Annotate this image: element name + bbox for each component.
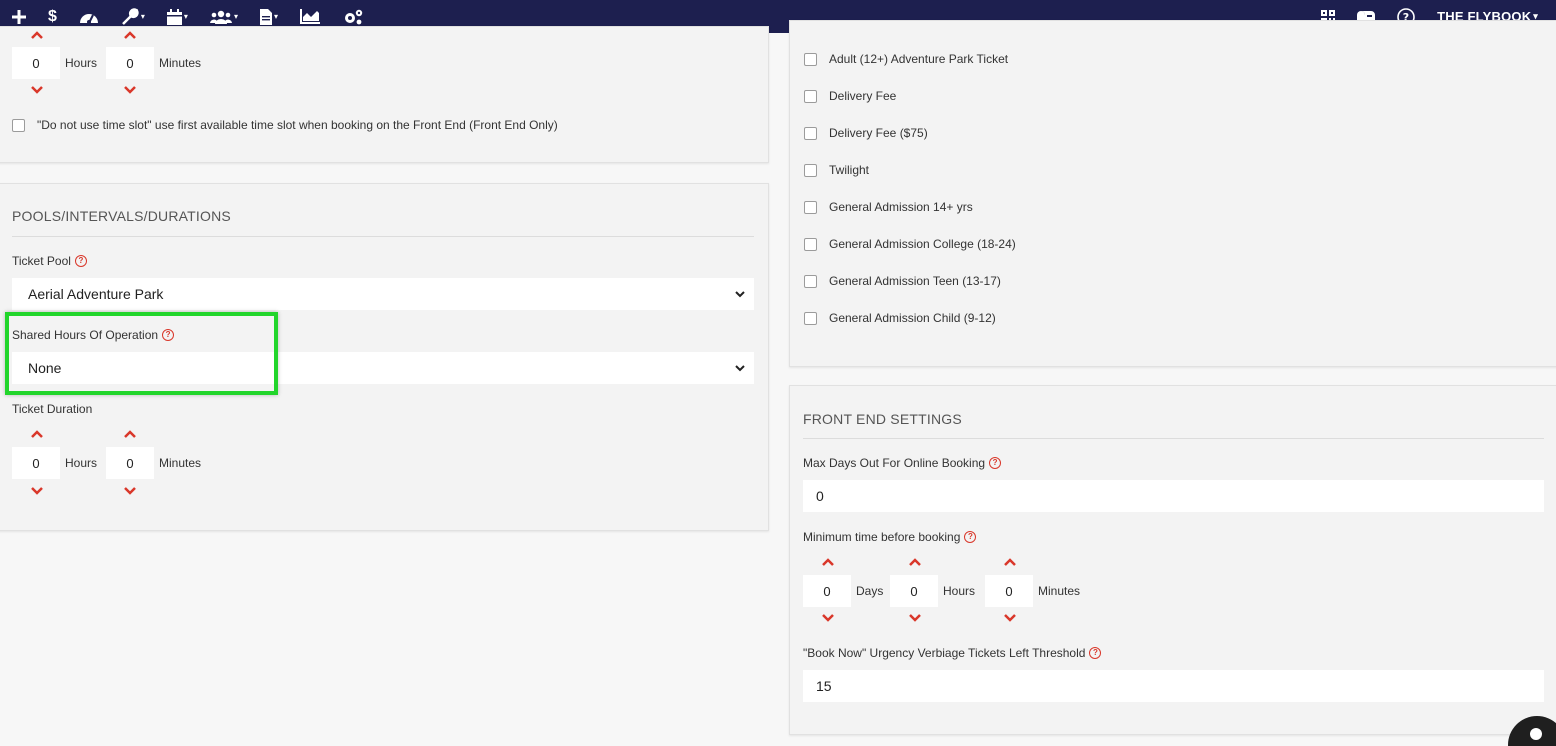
ticket-option-label: Delivery Fee ($75): [829, 126, 928, 140]
ticket-pool-label-row: Ticket Pool ?: [12, 254, 87, 268]
no-time-slot-row: "Do not use time slot" use first availab…: [12, 118, 558, 132]
ticket-option-row: Delivery Fee: [804, 89, 896, 103]
duration-hours-unit: Hours: [65, 456, 98, 470]
hours-field[interactable]: 0: [12, 47, 60, 79]
ticket-option-checkbox[interactable]: [804, 126, 817, 140]
chat-icon: [1530, 728, 1542, 740]
help-icon[interactable]: ?: [74, 255, 87, 267]
minutes-up-arrow[interactable]: [123, 30, 137, 40]
min-time-label-row: Minimum time before booking ?: [803, 530, 977, 544]
minutes-down-arrow[interactable]: [1003, 613, 1017, 623]
minutes-value: 0: [126, 55, 134, 71]
chevron-down-icon: ▾: [273, 12, 278, 21]
hours-up-arrow[interactable]: [30, 30, 44, 40]
duration-minutes-value: 0: [126, 455, 134, 471]
pools-title: POOLS/INTERVALS/DURATIONS: [12, 208, 231, 224]
chevron-down-icon: ▾: [233, 12, 238, 21]
ticket-option-checkbox[interactable]: [804, 163, 817, 177]
ticket-pool-select[interactable]: Aerial Adventure Park: [12, 278, 754, 310]
fe-minutes-unit-label: Minutes: [1038, 584, 1081, 598]
ticket-option-label: Twilight: [829, 163, 870, 177]
ticket-pool-value: Aerial Adventure Park: [28, 286, 164, 302]
fe-hours-value: 0: [910, 583, 918, 599]
help-icon[interactable]: ?: [989, 457, 1002, 469]
ticket-duration-label: Ticket Duration: [12, 402, 93, 416]
duration-minutes-unit: Minutes: [159, 456, 202, 470]
hours-value: 0: [32, 55, 40, 71]
chevron-down-icon: ▾: [140, 12, 145, 21]
hours-up-arrow[interactable]: [908, 557, 922, 567]
ticket-pool-label: Ticket Pool: [12, 254, 71, 268]
front-end-divider: [803, 438, 1544, 439]
minutes-unit-label: Minutes: [159, 56, 202, 70]
no-time-slot-label: "Do not use time slot" use first availab…: [37, 118, 558, 132]
days-field[interactable]: 0: [803, 575, 851, 607]
max-days-input[interactable]: 0: [803, 480, 1544, 512]
minutes-down-arrow[interactable]: [123, 85, 137, 95]
urgency-value: 15: [816, 678, 832, 694]
front-end-title: FRONT END SETTINGS: [803, 411, 962, 427]
duration-hours-value: 0: [32, 455, 40, 471]
fe-hours-field[interactable]: 0: [890, 575, 938, 607]
ticket-option-label: General Admission Teen (13-17): [829, 274, 1001, 288]
max-days-value: 0: [816, 488, 824, 504]
ticket-option-checkbox[interactable]: [804, 200, 817, 214]
ticket-option-row: General Admission Child (9-12): [804, 311, 996, 325]
minutes-field[interactable]: 0: [106, 47, 154, 79]
duration-minutes-field[interactable]: 0: [106, 447, 154, 479]
hours-unit-label: Hours: [65, 56, 98, 70]
max-days-label: Max Days Out For Online Booking: [803, 456, 986, 470]
ticket-option-checkbox[interactable]: [804, 274, 817, 288]
urgency-label-row: "Book Now" Urgency Verbiage Tickets Left…: [803, 646, 1102, 660]
minutes-up-arrow[interactable]: [1003, 557, 1017, 567]
days-up-arrow[interactable]: [821, 557, 835, 567]
ticket-option-row: Twilight: [804, 163, 869, 177]
ticket-option-row: General Admission College (18-24): [804, 237, 1016, 251]
ticket-option-row: Adult (12+) Adventure Park Ticket: [804, 52, 1008, 66]
ticket-option-checkbox[interactable]: [804, 52, 817, 66]
ticket-option-row: General Admission Teen (13-17): [804, 274, 1001, 288]
urgency-input[interactable]: 15: [803, 670, 1544, 702]
days-value: 0: [823, 583, 831, 599]
min-time-label: Minimum time before booking: [803, 530, 961, 544]
days-down-arrow[interactable]: [821, 613, 835, 623]
duration-minutes-up-arrow[interactable]: [123, 429, 137, 439]
ticket-option-row: General Admission 14+ yrs: [804, 200, 973, 214]
days-unit-label: Days: [856, 584, 884, 598]
fe-hours-unit-label: Hours: [943, 584, 976, 598]
ticket-option-checkbox[interactable]: [804, 237, 817, 251]
ticket-option-row: Delivery Fee ($75): [804, 126, 928, 140]
ticket-option-label: Adult (12+) Adventure Park Ticket: [829, 52, 1009, 66]
duration-minutes-down-arrow[interactable]: [123, 486, 137, 496]
chevron-down-icon: ▾: [183, 12, 188, 21]
fe-minutes-value: 0: [1005, 583, 1013, 599]
ticket-option-checkbox[interactable]: [804, 311, 817, 325]
help-icon[interactable]: ?: [1089, 647, 1102, 659]
hours-down-arrow[interactable]: [30, 85, 44, 95]
chevron-down-icon: [735, 291, 745, 298]
no-time-slot-checkbox[interactable]: [12, 118, 25, 132]
urgency-label: "Book Now" Urgency Verbiage Tickets Left…: [803, 646, 1086, 660]
ticket-option-checkbox[interactable]: [804, 89, 817, 103]
pools-divider: [12, 236, 754, 237]
chevron-down-icon: [735, 365, 745, 372]
ticket-option-label: General Admission Child (9-12): [829, 311, 996, 325]
highlight-box: [5, 312, 278, 395]
max-days-label-row: Max Days Out For Online Booking ?: [803, 456, 1002, 470]
ticket-option-label: General Admission College (18-24): [829, 237, 1016, 251]
duration-hours-up-arrow[interactable]: [30, 429, 44, 439]
fe-minutes-field[interactable]: 0: [985, 575, 1033, 607]
hours-down-arrow[interactable]: [908, 613, 922, 623]
ticket-option-label: Delivery Fee: [829, 89, 897, 103]
ticket-option-label: General Admission 14+ yrs: [829, 200, 973, 214]
help-icon[interactable]: ?: [964, 531, 977, 543]
duration-hours-down-arrow[interactable]: [30, 486, 44, 496]
duration-hours-field[interactable]: 0: [12, 447, 60, 479]
